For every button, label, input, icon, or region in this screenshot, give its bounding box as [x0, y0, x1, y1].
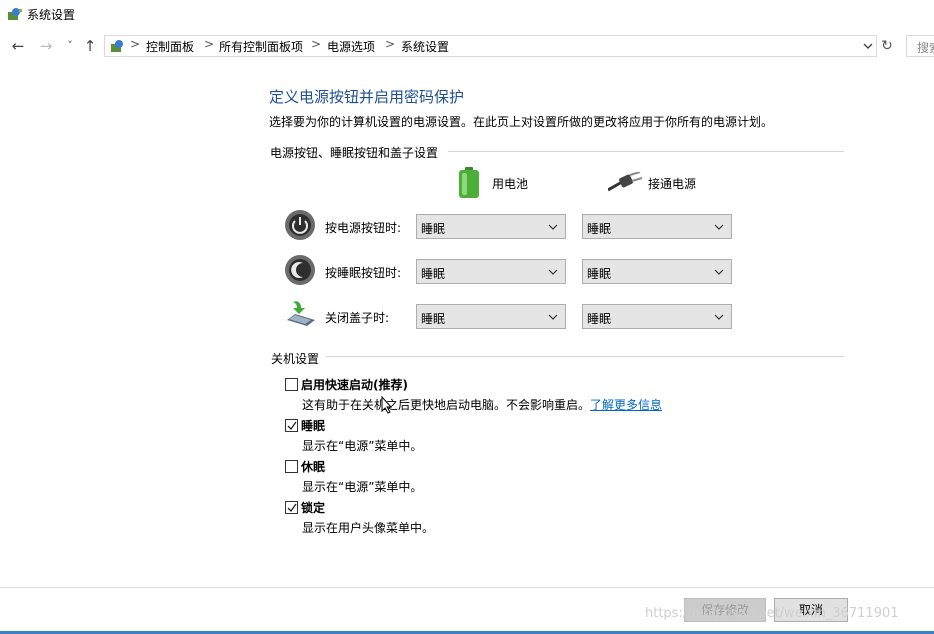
title-bar: 系统设置	[0, 0, 934, 30]
footer-divider	[0, 587, 934, 588]
sleep-checkbox[interactable]	[285, 419, 298, 432]
search-input[interactable]: 搜索	[906, 35, 934, 57]
watermark: https://blog.csdn.net/weixin_36711901	[645, 606, 899, 621]
breadcrumb-separator: >	[311, 37, 322, 51]
checkmark-icon	[287, 503, 297, 513]
column-plugged-label: 接通电源	[648, 177, 697, 191]
window-title: 系统设置	[27, 8, 76, 22]
up-button[interactable]: ↑	[80, 36, 100, 56]
select-value: 睡眠	[587, 222, 612, 236]
back-button[interactable]: ←	[8, 36, 28, 56]
section-divider	[448, 151, 844, 152]
breadcrumb-power-options[interactable]: 电源选项	[327, 38, 375, 55]
refresh-button[interactable]: ↻	[878, 35, 896, 57]
battery-icon	[458, 167, 480, 202]
column-battery-label: 用电池	[492, 177, 529, 191]
power-options-icon	[7, 6, 23, 22]
select-value: 睡眠	[587, 267, 612, 281]
hibernate-description: 显示在“电源”菜单中。	[302, 480, 423, 494]
sleep-description: 显示在“电源”菜单中。	[302, 439, 423, 453]
chevron-down-icon	[548, 224, 558, 230]
chevron-down-icon[interactable]	[862, 39, 874, 53]
search-placeholder: 搜索	[917, 41, 934, 55]
checkmark-icon	[287, 421, 297, 431]
learn-more-link[interactable]: 了解更多信息	[590, 398, 662, 412]
control-panel-icon	[110, 38, 126, 54]
power-button-plugged-select[interactable]: 睡眠	[582, 214, 732, 239]
lock-checkbox[interactable]	[285, 501, 298, 514]
lock-description: 显示在用户头像菜单中。	[302, 521, 435, 535]
lid-close-plugged-select[interactable]: 睡眠	[582, 304, 732, 329]
breadcrumb-all-items[interactable]: 所有控制面板项	[219, 38, 303, 55]
breadcrumb-control-panel[interactable]: 控制面板	[146, 38, 194, 55]
sleep-button-battery-select[interactable]: 睡眠	[416, 259, 566, 284]
page-title: 定义电源按钮并启用密码保护	[269, 88, 465, 106]
chevron-down-icon	[714, 269, 724, 275]
lid-close-battery-select[interactable]: 睡眠	[416, 304, 566, 329]
lock-label[interactable]: 锁定	[301, 499, 325, 516]
lid-close-label: 关闭盖子时:	[325, 311, 390, 325]
recent-locations-button[interactable]: ˅	[60, 36, 80, 56]
section-divider	[326, 356, 844, 357]
chevron-down-icon	[714, 314, 724, 320]
laptop-lid-icon	[283, 300, 317, 333]
fast-startup-description: 这有助于在关机之后更快地启动电脑。不会影响重启。了解更多信息	[302, 396, 662, 413]
plug-icon	[607, 171, 643, 195]
breadcrumb-separator: >	[130, 37, 141, 51]
sleep-button-plugged-select[interactable]: 睡眠	[582, 259, 732, 284]
chevron-down-icon	[714, 224, 724, 230]
power-button-battery-select[interactable]: 睡眠	[416, 214, 566, 239]
fast-startup-label[interactable]: 启用快速启动(推荐)	[301, 376, 408, 393]
select-value: 睡眠	[421, 312, 446, 326]
mouse-cursor-icon	[381, 395, 393, 417]
section-title-buttons: 电源按钮、睡眠按钮和盖子设置	[270, 146, 439, 160]
hibernate-label[interactable]: 休眠	[301, 458, 325, 475]
hibernate-checkbox[interactable]	[285, 460, 298, 473]
fast-startup-checkbox[interactable]	[285, 378, 298, 391]
power-button-label: 按电源按钮时:	[325, 221, 402, 235]
select-value: 睡眠	[587, 312, 612, 326]
address-bar[interactable]: > 控制面板 > 所有控制面板项 > 电源选项 > 系统设置	[104, 35, 877, 57]
chevron-down-icon	[548, 314, 558, 320]
sleep-label[interactable]: 睡眠	[301, 417, 325, 434]
sleep-button-label: 按睡眠按钮时:	[325, 266, 402, 280]
select-value: 睡眠	[421, 267, 446, 281]
fast-startup-desc-text: 这有助于在关机之后更快地启动电脑。不会影响重启。	[302, 398, 591, 412]
page-description: 选择要为你的计算机设置的电源设置。在此页上对设置所做的更改将应用于你所有的电源计…	[269, 115, 774, 129]
sleep-button-icon	[284, 254, 316, 289]
select-value: 睡眠	[421, 222, 446, 236]
chevron-down-icon	[548, 269, 558, 275]
section-title-shutdown: 关机设置	[271, 352, 320, 366]
forward-button[interactable]: →	[36, 36, 56, 56]
power-button-icon	[284, 209, 316, 244]
breadcrumb-system-settings[interactable]: 系统设置	[401, 38, 449, 55]
breadcrumb-separator: >	[385, 37, 396, 51]
breadcrumb-separator: >	[204, 37, 215, 51]
